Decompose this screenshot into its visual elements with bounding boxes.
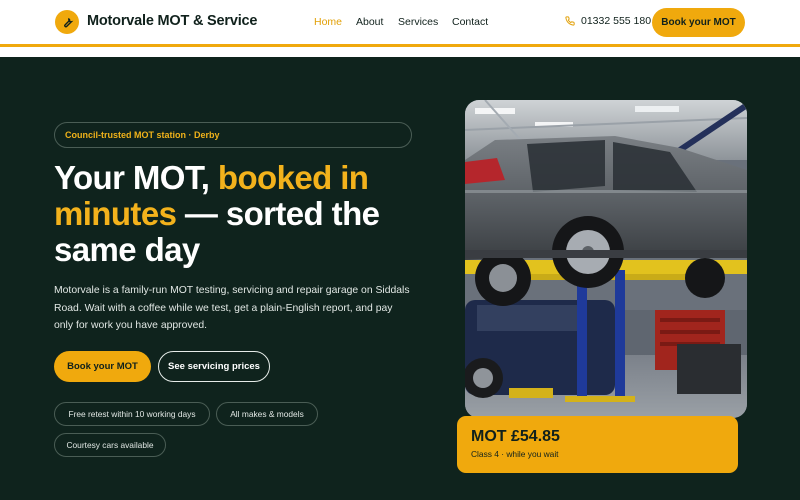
garage-car-lift-photo [465,100,747,418]
mot-price-card: MOT £54.85 Class 4 · while you wait [457,416,738,473]
logo-wrench-icon[interactable] [55,10,79,34]
feature-chip-free-retest: Free retest within 10 working days [54,402,210,426]
site-header: Motorvale MOT & Service Home About Servi… [0,0,800,44]
headline-part-1: Your MOT, [54,159,218,196]
phone-icon [565,16,575,26]
tagline-pill: Council-trusted MOT station · Derby [54,122,412,148]
header-spacer [0,47,800,57]
nav-contact[interactable]: Contact [452,16,488,28]
see-servicing-prices-button[interactable]: See servicing prices [158,351,270,382]
mot-price-subtitle: Class 4 · while you wait [471,449,559,459]
brand-name[interactable]: Motorvale MOT & Service [87,13,257,29]
nav-home[interactable]: Home [314,16,342,28]
phone-number: 01332 555 180 [581,15,652,27]
header-book-mot-button[interactable]: Book your MOT [652,8,745,37]
mot-price: MOT £54.85 [471,428,560,445]
hero-description: Motorvale is a family-run MOT testing, s… [54,285,410,331]
nav-services[interactable]: Services [398,16,438,28]
feature-chip-courtesy-cars: Courtesy cars available [54,433,166,457]
book-mot-button[interactable]: Book your MOT [54,351,151,382]
phone-link[interactable]: 01332 555 180 [565,15,651,27]
hero-headline: Your MOT, booked in minutes — sorted the… [54,160,434,268]
nav-about[interactable]: About [356,16,383,28]
feature-chip-all-makes: All makes & models [216,402,318,426]
